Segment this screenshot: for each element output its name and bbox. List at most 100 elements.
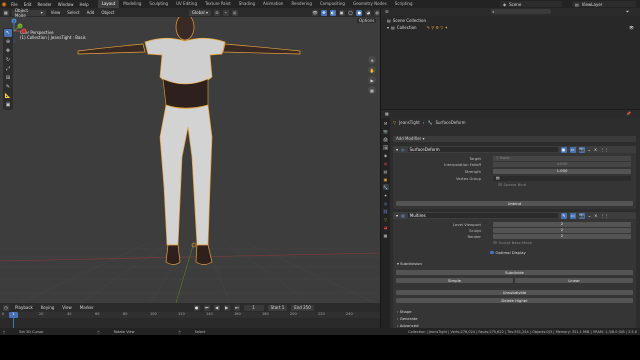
viewport-toggle-icon[interactable]: ▭ (569, 146, 576, 153)
properties-editor-icon[interactable]: ▦ (385, 111, 389, 116)
visibility-icon[interactable]: 👁 (629, 25, 634, 30)
wireframe-shading-icon[interactable]: ◯ (347, 9, 354, 16)
tab-scripting[interactable]: Scripting (391, 0, 417, 8)
tab-rendering[interactable]: Rendering (287, 0, 315, 8)
physics-tab-icon[interactable]: ◎ (383, 200, 389, 206)
subdivide-button[interactable]: Subdivide (396, 270, 633, 275)
proportional-edit-icon[interactable]: ◎ (231, 9, 238, 16)
tab-shading[interactable]: Shading (235, 0, 259, 8)
subdivision-subpanel-header[interactable]: ▾ Subdivision (397, 261, 640, 266)
outliner-search-icon[interactable]: ⌕ (491, 9, 551, 14)
scene-selector[interactable]: ◈ Scene (500, 1, 562, 7)
menu-help[interactable]: Help (76, 2, 91, 7)
menu-playback[interactable]: Playback (13, 305, 35, 310)
menu-marker[interactable]: Marker (78, 305, 96, 310)
sculpt-toggle-icon[interactable]: ✎ (560, 212, 567, 219)
timeline-ruler[interactable]: 1 0 20 40 60 80 100 120 140 160 180 200 … (0, 312, 380, 318)
menu-object[interactable]: Object (99, 10, 116, 15)
add-modifier-button[interactable]: Add Modifier ▾ (393, 136, 636, 142)
render-tab-icon[interactable]: 📷 (383, 128, 389, 134)
optimal-display-checkbox[interactable] (490, 250, 494, 255)
scale-tool-icon[interactable]: ⤢ (4, 65, 12, 73)
viewport-toggle-icon[interactable]: ▭ (569, 212, 576, 219)
material-shading-icon[interactable]: ◕ (365, 9, 372, 16)
material-tab-icon[interactable]: ◕ (383, 224, 389, 230)
tab-layout[interactable]: Layout (97, 0, 120, 8)
pivot-icon[interactable]: ⊙ (213, 9, 220, 16)
options-button[interactable]: Options (357, 18, 377, 23)
outliner-row-collection[interactable]: ▾ ▤ Collection ✎ ⚲ ⚙ ▽ ✦ 👁 (381, 24, 640, 31)
menu-select[interactable]: Select (65, 10, 81, 15)
character-model[interactable] (77, 17, 301, 265)
view-layer-tab-icon[interactable]: 🖼 (383, 144, 389, 150)
transform-orientation[interactable]: Global ▾ (188, 9, 211, 16)
play-reverse-icon[interactable]: ◀ (213, 304, 220, 311)
close-icon[interactable]: × (594, 147, 597, 152)
world-tab-icon[interactable]: ◍ (383, 160, 389, 166)
add-cube-tool-icon[interactable]: ▣ (4, 101, 12, 109)
delete-higher-button[interactable]: Delete Higher (396, 298, 633, 303)
zoom-icon[interactable]: ⊕ (368, 56, 376, 64)
play-icon[interactable]: ▶ (223, 304, 230, 311)
sculpt-level-field[interactable]: 2 (493, 228, 631, 233)
outliner-editor-icon[interactable]: ☰ (385, 9, 389, 14)
sculpt-base-row[interactable]: Sculpt Base Mesh (493, 240, 640, 245)
start-frame-field[interactable]: Start 1 (267, 304, 288, 311)
particles-tab-icon[interactable]: ✦ (383, 192, 389, 198)
object-tab-icon[interactable]: ▣ (383, 176, 389, 182)
surface-deform-header[interactable]: ▾ ◍ SurfaceDeform ▣ ▭ 📷 ⌄ × ⋮⋮ (393, 146, 636, 153)
annotate-tool-icon[interactable]: ✎ (4, 83, 12, 91)
pin-icon[interactable]: 📌 (626, 111, 631, 116)
tab-geometry-nodes[interactable]: Geometry Nodes (349, 0, 391, 8)
outliner[interactable]: ☰ ⌕ ⏷ ▤ Scene Collection ▾ ▤ Collection … (381, 8, 640, 109)
view-layer-selector[interactable]: ▤ ViewLayer (572, 1, 636, 7)
mode-selector[interactable]: Object Mode ▾ (11, 8, 46, 18)
modifier-tab-icon[interactable]: 🔧 (382, 184, 389, 190)
tab-sculpting[interactable]: Sculpting (145, 0, 172, 8)
modifier-name-field[interactable]: Multires (407, 213, 558, 218)
pan-hand-icon[interactable]: ✋ (368, 66, 376, 74)
texture-tab-icon[interactable]: ▦ (383, 232, 389, 238)
menu-render[interactable]: Render (34, 2, 54, 7)
end-frame-field[interactable]: End 250 (291, 304, 314, 311)
jump-end-icon[interactable]: ⏭ (233, 304, 240, 311)
modifier-name-field[interactable]: SurfaceDeform (407, 147, 558, 152)
level-viewport-field[interactable]: 2 (493, 222, 631, 227)
tab-texture-paint[interactable]: Texture Paint (201, 0, 235, 8)
sparse-bind-checkbox[interactable] (498, 182, 502, 187)
drag-handle-icon[interactable]: ⋮⋮ (600, 147, 608, 152)
camera-view-icon[interactable]: ▶ (368, 76, 376, 84)
menu-view-timeline[interactable]: View (60, 305, 74, 310)
tab-animation[interactable]: Animation (259, 0, 287, 8)
menu-keying[interactable]: Keying (39, 305, 56, 310)
cursor-tool-icon[interactable]: ⊕ (4, 38, 12, 46)
linear-button[interactable]: Linear (515, 278, 633, 283)
outliner-row-scene-collection[interactable]: ▤ Scene Collection (381, 17, 640, 24)
sculpt-base-checkbox[interactable] (493, 240, 497, 245)
strength-field[interactable]: 1.000 (493, 169, 631, 174)
menu-edit[interactable]: Edit (21, 2, 35, 7)
output-tab-icon[interactable]: 🖨 (383, 136, 389, 142)
timeline-editor-icon[interactable]: ◷ (3, 304, 9, 311)
editor-type-icon[interactable]: ▦ (3, 9, 9, 16)
xray-icon[interactable]: ▣ (338, 9, 345, 16)
drag-handle-icon[interactable]: ⋮⋮ (601, 213, 609, 218)
optimal-display-row[interactable]: Optimal Display (490, 250, 640, 255)
collapse-arrow-icon[interactable]: ▾ (396, 147, 398, 152)
gizmo-toggle-icon[interactable]: ✥ (320, 9, 327, 16)
snap-icon[interactable]: ⌁ (222, 9, 229, 16)
dropdown-icon[interactable]: ⌄ (588, 213, 591, 218)
move-tool-icon[interactable]: ✥ (4, 47, 12, 55)
shape-subpanel-header[interactable]: › Shape (397, 309, 640, 314)
solid-shading-icon[interactable]: ● (356, 9, 363, 16)
collection-tab-icon[interactable]: ▤ (383, 168, 389, 174)
tab-uv-editing[interactable]: UV Editing (172, 0, 201, 8)
render-toggle-icon[interactable]: 📷 (578, 212, 585, 219)
data-tab-icon[interactable]: ▽ (383, 216, 389, 222)
tab-modeling[interactable]: Modeling (119, 0, 145, 8)
transform-tool-icon[interactable]: ⊞ (4, 74, 12, 82)
blender-logo-icon[interactable]: ◉ (0, 0, 8, 8)
perspective-toggle-icon[interactable]: ▦ (368, 86, 376, 94)
menu-file[interactable]: File (8, 2, 21, 7)
scene-tab-icon[interactable]: ◈ (383, 152, 389, 158)
